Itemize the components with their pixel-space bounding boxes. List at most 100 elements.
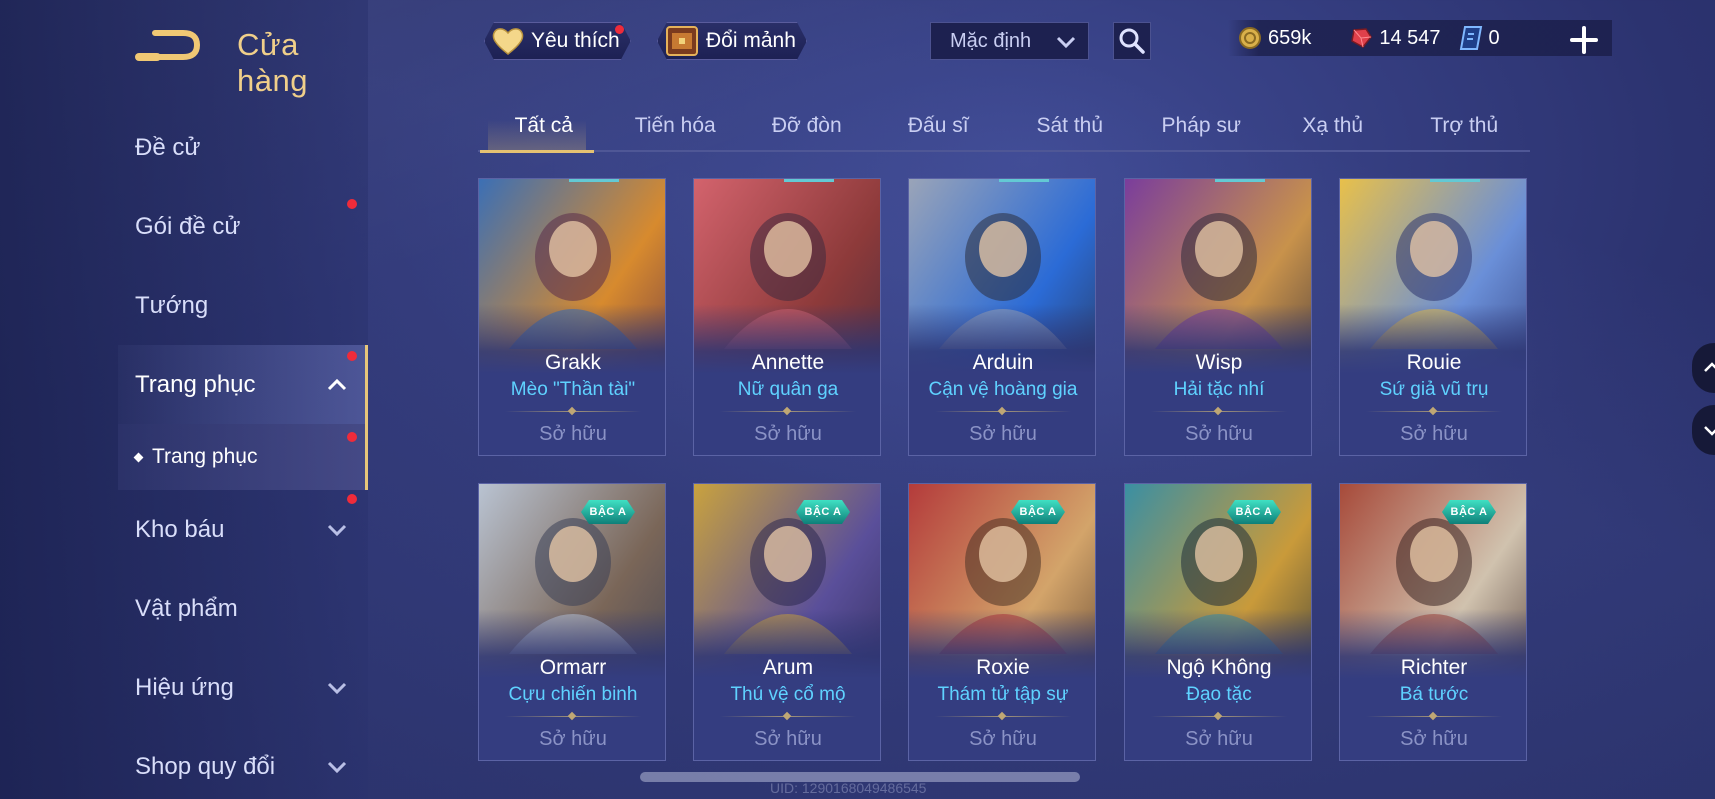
hero-name: Ngộ Không <box>1166 656 1272 679</box>
back-button[interactable] <box>132 24 208 70</box>
favorites-button[interactable]: Yêu thích <box>484 22 631 60</box>
card-divider <box>935 411 1071 412</box>
tab-label: Đấu sĩ <box>907 114 969 137</box>
card-divider <box>505 716 641 717</box>
voucher-icon <box>1459 26 1482 50</box>
gold-currency: 659k <box>1238 26 1311 50</box>
sidebar-menu: Đề cử Gói đề cử Tướng Trang phục Trang p… <box>0 108 368 799</box>
skin-card[interactable]: BẬC A Arum Thú vệ cổ mộ Sở hữu <box>693 483 881 761</box>
skin-card[interactable]: Arduin Cận vệ hoàng gia Sở hữu <box>908 178 1096 456</box>
tab-label: Tiến hóa <box>634 114 716 137</box>
tab-tank[interactable]: Đỡ đòn <box>741 108 873 150</box>
card-divider <box>1151 716 1287 717</box>
chevron-up-icon <box>1704 362 1715 372</box>
tab-mage[interactable]: Pháp sư <box>1136 108 1268 150</box>
sidebar-item-skins[interactable]: Trang phục <box>118 345 368 424</box>
sidebar-item-items[interactable]: Vật phẩm <box>0 569 368 648</box>
ownership-status: Sở hữu <box>539 423 607 445</box>
skin-card[interactable]: BẬC A Ngộ Không Đạo tặc Sở hữu <box>1124 483 1312 761</box>
skin-name: Nữ quân ga <box>737 379 839 400</box>
card-divider <box>720 716 856 717</box>
chevron-up-icon <box>327 378 347 390</box>
skin-card[interactable]: Rouie Sứ giả vũ trụ Sở hữu <box>1339 178 1527 456</box>
scroll-down-button[interactable] <box>1692 405 1715 455</box>
skin-name: Đạo tặc <box>1186 684 1252 705</box>
sort-dropdown[interactable]: Mặc định <box>930 22 1089 60</box>
tab-support[interactable]: Trợ thủ <box>1399 108 1531 150</box>
card-divider <box>1366 716 1502 717</box>
scroll-up-button[interactable] <box>1692 343 1715 393</box>
currency-bar: 659k 14 547 0 <box>1228 20 1612 56</box>
sidebar-item-exchange-shop[interactable]: Shop quy đổi <box>0 727 368 799</box>
exchange-fragments-button[interactable]: Đổi mảnh <box>657 22 807 60</box>
tab-label: Tất cả <box>514 114 573 137</box>
tier-badge-label: BẬC A <box>804 506 842 518</box>
add-currency-button[interactable] <box>1568 24 1600 56</box>
sidebar-item-recommended[interactable]: Đề cử <box>0 108 368 187</box>
tier-badge-label: BẬC A <box>1019 506 1057 518</box>
ruby-value: 14 547 <box>1379 26 1441 49</box>
sidebar-item-label: Kho báu <box>135 515 225 543</box>
skin-card[interactable]: BẬC A Ormarr Cựu chiến binh Sở hữu <box>478 483 666 761</box>
sidebar-item-heroes[interactable]: Tướng <box>0 266 368 345</box>
tab-fighter[interactable]: Đấu sĩ <box>873 108 1005 150</box>
ownership-status: Sở hữu <box>754 728 822 750</box>
category-tabs: Tất cả Tiến hóa Đỡ đòn Đấu sĩ Sát thủ Ph… <box>478 108 1531 153</box>
ownership-status: Sở hữu <box>969 728 1037 750</box>
user-id-text: UID: 1290168049486545 <box>770 780 927 796</box>
sidebar-item-label: Trang phục <box>152 445 258 468</box>
back-arrow-icon <box>135 30 201 61</box>
sidebar-item-recommended-packs[interactable]: Gói đề cử <box>0 187 368 266</box>
skin-card[interactable]: Wisp Hải tặc nhí Sở hữu <box>1124 178 1312 456</box>
card-top-accent <box>999 179 1049 182</box>
tab-marksman[interactable]: Xạ thủ <box>1267 108 1399 150</box>
skin-name: Sứ giả vũ trụ <box>1379 379 1489 400</box>
ruby-gem-icon <box>1351 28 1373 48</box>
ownership-status: Sở hữu <box>539 728 607 750</box>
sidebar-subitem-skins[interactable]: Trang phục <box>118 424 368 490</box>
skin-card[interactable]: Annette Nữ quân ga Sở hữu <box>693 178 881 456</box>
sidebar: Cửa hàng Đề cử Gói đề cử Tướng Trang phụ… <box>0 0 368 799</box>
notification-dot <box>347 494 357 504</box>
skin-card[interactable]: Grakk Mèo "Thần tài" Sở hữu <box>478 178 666 456</box>
voucher-value: 0 <box>1488 26 1500 49</box>
sidebar-item-label: Tướng <box>135 291 209 319</box>
hero-name: Annette <box>751 351 825 374</box>
hero-name: Arum <box>762 656 814 679</box>
heart-icon <box>491 26 525 56</box>
skin-name: Cận vệ hoàng gia <box>928 379 1078 400</box>
tier-badge: BẬC A <box>1442 500 1496 524</box>
hero-name: Rouie <box>1406 351 1462 374</box>
gold-value: 659k <box>1268 26 1312 49</box>
card-divider <box>720 411 856 412</box>
hero-name: Wisp <box>1195 351 1243 374</box>
ruby-currency: 14 547 <box>1349 26 1441 50</box>
gold-coin-icon <box>1239 27 1261 49</box>
sidebar-item-label: Trang phục <box>135 370 256 398</box>
skin-name: Cựu chiến binh <box>508 684 638 705</box>
sort-selected-value: Mặc định <box>950 29 1032 52</box>
card-top-accent <box>1430 179 1480 182</box>
card-top-accent <box>1215 179 1265 182</box>
home-indicator-bar[interactable] <box>640 772 1080 782</box>
tab-label: Xạ thủ <box>1302 114 1364 137</box>
skin-name: Hải tặc nhí <box>1173 379 1265 400</box>
sidebar-item-treasure[interactable]: Kho báu <box>0 490 368 569</box>
tab-all[interactable]: Tất cả <box>478 108 610 153</box>
tab-label: Sát thủ <box>1036 114 1104 137</box>
search-button[interactable] <box>1113 22 1151 60</box>
tab-label: Pháp sư <box>1161 114 1241 137</box>
card-top-accent <box>784 179 834 182</box>
tier-badge: BẬC A <box>1227 500 1281 524</box>
tier-badge-label: BẬC A <box>1235 506 1273 518</box>
favorites-label: Yêu thích <box>531 29 620 52</box>
sidebar-item-label: Gói đề cử <box>135 212 241 240</box>
page-title: Cửa hàng <box>237 27 308 98</box>
sidebar-item-effects[interactable]: Hiệu ứng <box>0 648 368 727</box>
chevron-down-icon <box>327 761 347 773</box>
tab-assassin[interactable]: Sát thủ <box>1004 108 1136 150</box>
sidebar-item-label: Hiệu ứng <box>135 673 234 701</box>
skin-card[interactable]: BẬC A Richter Bá tước Sở hữu <box>1339 483 1527 761</box>
skin-card[interactable]: BẬC A Roxie Thám tử tập sự Sở hữu <box>908 483 1096 761</box>
tab-evolution[interactable]: Tiến hóa <box>610 108 742 150</box>
